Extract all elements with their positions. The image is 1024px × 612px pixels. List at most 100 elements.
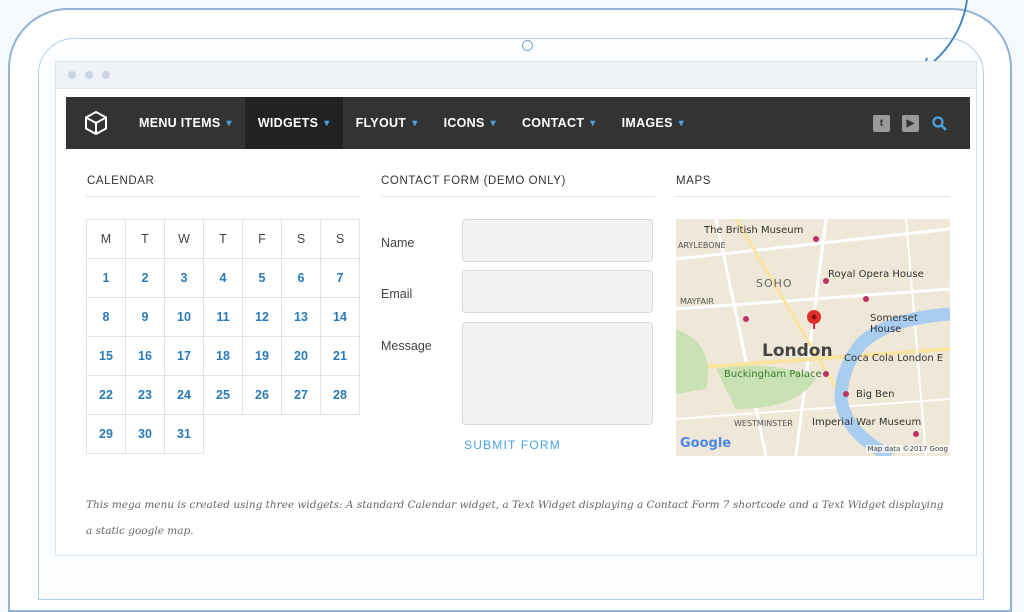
- calendar-day[interactable]: 22: [86, 375, 126, 415]
- calendar-day[interactable]: 17: [164, 336, 204, 376]
- map-label: Imperial War Museum: [812, 417, 922, 428]
- cube-logo-icon[interactable]: [66, 97, 126, 149]
- calendar-day[interactable]: 3: [164, 258, 204, 298]
- calendar-day[interactable]: 4: [203, 258, 243, 298]
- calendar-day[interactable]: 18: [203, 336, 243, 376]
- calendar-day[interactable]: 19: [242, 336, 282, 376]
- calendar-title: CALENDAR: [87, 175, 155, 187]
- calendar-table: M T W T F S S 1 2 3 4 5 6 7 8 9 10 11 12…: [86, 219, 360, 454]
- nav-item-label: FLYOUT: [355, 116, 407, 130]
- calendar-day[interactable]: 20: [281, 336, 321, 376]
- window-dot: [102, 71, 110, 79]
- chevron-down-icon: ▾: [678, 117, 685, 129]
- calendar-day[interactable]: 23: [125, 375, 165, 415]
- calendar-empty-cell: [203, 414, 360, 454]
- window-dot: [85, 71, 93, 79]
- weekday-header: F: [242, 219, 282, 259]
- map-label: Buckingham Palace: [724, 369, 822, 380]
- divider: [86, 196, 360, 197]
- nav-item-menu-items[interactable]: MENU ITEMS ▾: [126, 97, 245, 149]
- submit-form-button[interactable]: SUBMIT FORM: [464, 438, 561, 452]
- calendar-day[interactable]: 31: [164, 414, 204, 454]
- message-label: Message: [381, 339, 432, 353]
- calendar-day[interactable]: 7: [320, 258, 360, 298]
- calendar-day[interactable]: 2: [125, 258, 165, 298]
- calendar-week-row: 22 23 24 25 26 27 28: [86, 375, 360, 415]
- map-label: London: [762, 341, 833, 361]
- nav-item-images[interactable]: IMAGES ▾: [609, 97, 697, 149]
- divider: [381, 196, 655, 197]
- divider: [676, 196, 950, 197]
- map-label: ARYLEBONE: [678, 241, 726, 250]
- twitter-icon[interactable]: t: [873, 114, 890, 132]
- email-label: Email: [381, 287, 413, 301]
- calendar-day[interactable]: 5: [242, 258, 282, 298]
- calendar-week-row: 1 2 3 4 5 6 7: [86, 258, 360, 298]
- nav-item-flyout[interactable]: FLYOUT ▾: [343, 97, 431, 149]
- static-google-map[interactable]: The British Museum ARYLEBONE SOHO Royal …: [676, 219, 950, 456]
- weekday-header: M: [86, 219, 126, 259]
- calendar-day[interactable]: 24: [164, 375, 204, 415]
- chevron-down-icon: ▾: [490, 117, 496, 129]
- nav-item-label: ICONS: [443, 116, 485, 130]
- weekday-header: S: [281, 219, 321, 259]
- calendar-day[interactable]: 26: [242, 375, 282, 415]
- calendar-week-row: 8 9 10 11 12 13 14: [86, 297, 360, 337]
- calendar-day[interactable]: 16: [125, 336, 165, 376]
- calendar-header-row: M T W T F S S: [86, 219, 360, 259]
- calendar-day[interactable]: 1: [86, 258, 126, 298]
- email-field[interactable]: [462, 270, 653, 313]
- weekday-header: T: [125, 219, 165, 259]
- calendar-day[interactable]: 28: [320, 375, 360, 415]
- calendar-day[interactable]: 14: [320, 297, 360, 337]
- map-label: SOHO: [756, 277, 793, 290]
- nav-item-label: WIDGETS: [257, 116, 319, 130]
- window-dot: [68, 71, 76, 79]
- calendar-week-row: 15 16 17 18 19 20 21: [86, 336, 360, 376]
- search-icon[interactable]: [931, 115, 948, 132]
- calendar-day[interactable]: 29: [86, 414, 126, 454]
- map-label: Royal Opera House: [828, 269, 924, 280]
- calendar-day[interactable]: 15: [86, 336, 126, 376]
- youtube-icon[interactable]: ▶: [902, 114, 919, 132]
- widget-caption: This mega menu is created using three wi…: [86, 499, 944, 537]
- browser-titlebar: [56, 62, 976, 89]
- mega-menu-navbar: MENU ITEMS ▾ WIDGETS ▾ FLYOUT ▾ ICONS ▾ CONT…: [66, 97, 970, 149]
- chevron-down-icon: ▾: [412, 117, 418, 129]
- calendar-day[interactable]: 11: [203, 297, 243, 337]
- chevron-down-icon: ▾: [324, 117, 330, 129]
- name-label: Name: [381, 236, 415, 250]
- calendar-day[interactable]: 27: [281, 375, 321, 415]
- calendar-day[interactable]: 25: [203, 375, 243, 415]
- nav-item-label: IMAGES: [621, 116, 673, 130]
- calendar-day[interactable]: 12: [242, 297, 282, 337]
- calendar-day[interactable]: 9: [125, 297, 165, 337]
- nav-item-widgets[interactable]: WIDGETS ▾: [244, 97, 343, 149]
- calendar-week-row: 29 30 31: [86, 414, 360, 454]
- map-label: MAYFAIR: [680, 297, 714, 306]
- map-label: Coca Cola London E: [844, 353, 944, 364]
- chevron-down-icon: ▾: [226, 117, 232, 129]
- google-logo: Google: [680, 436, 732, 451]
- calendar-day[interactable]: 21: [320, 336, 360, 376]
- map-label: The British Museum: [704, 225, 804, 236]
- nav-item-label: MENU ITEMS: [139, 116, 221, 130]
- weekday-header: W: [164, 219, 204, 259]
- camera-icon: [522, 40, 533, 51]
- calendar-day[interactable]: 6: [281, 258, 321, 298]
- nav-item-icons[interactable]: ICONS ▾: [431, 97, 509, 149]
- map-label: WESTMINSTER: [734, 419, 793, 428]
- message-field[interactable]: [462, 322, 653, 425]
- calendar-day[interactable]: 30: [125, 414, 165, 454]
- calendar-day[interactable]: 13: [281, 297, 321, 337]
- maps-title: MAPS: [676, 175, 711, 187]
- contact-form-title: CONTACT FORM (DEMO ONLY): [381, 175, 566, 187]
- weekday-header: T: [203, 219, 243, 259]
- weekday-header: S: [320, 219, 360, 259]
- name-field[interactable]: [462, 219, 653, 262]
- calendar-day[interactable]: 10: [164, 297, 204, 337]
- calendar-day[interactable]: 8: [86, 297, 126, 337]
- map-label: Big Ben: [856, 389, 895, 400]
- nav-item-contact[interactable]: CONTACT ▾: [509, 97, 609, 149]
- browser-window: MENU ITEMS ▾ WIDGETS ▾ FLYOUT ▾ ICONS ▾ CONT…: [56, 62, 976, 555]
